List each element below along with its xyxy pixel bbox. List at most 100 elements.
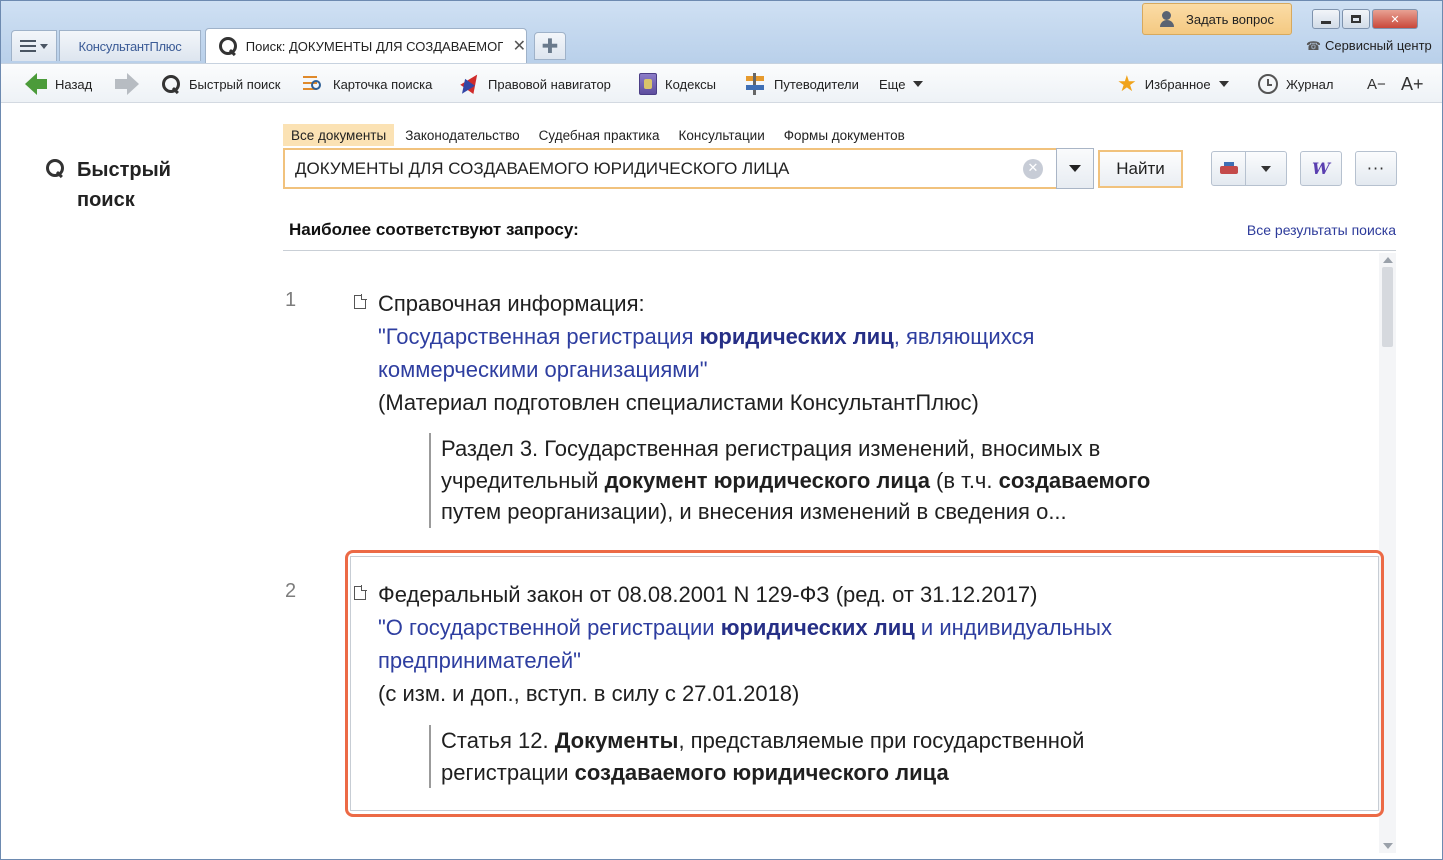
chevron-down-icon: [1261, 165, 1271, 172]
tab-court-practice[interactable]: Судебная практика: [531, 124, 668, 146]
window-controls: ✕: [1312, 9, 1418, 29]
category-tabs: Все документы Законодательство Судебная …: [283, 124, 916, 146]
more-menu-button[interactable]: Еще: [879, 64, 924, 104]
quick-search-label: Быстрый поиск: [189, 76, 281, 92]
forward-button[interactable]: [115, 64, 139, 104]
main-toolbar: Назад Быстрый поиск Карточка поиска Прав…: [1, 63, 1442, 103]
ask-question-label: Задать вопрос: [1186, 11, 1274, 27]
tab-legislation[interactable]: Законодательство: [397, 124, 527, 146]
tab-consultations[interactable]: Консультации: [671, 124, 773, 146]
result-title-link-cont[interactable]: коммерческими организациями": [378, 353, 1308, 386]
find-button[interactable]: Найти: [1098, 150, 1183, 188]
title-bar: КонсультантПлюс Поиск: ДОКУМЕНТЫ ДЛЯ СОЗ…: [1, 1, 1442, 63]
hamburger-icon: [20, 40, 36, 52]
tab-search[interactable]: Поиск: ДОКУМЕНТЫ ДЛЯ СОЗДАВАЕМОГ ✕: [205, 28, 527, 63]
service-center-link[interactable]: ☎ Сервисный центр: [1306, 38, 1432, 53]
document-icon: [354, 294, 367, 309]
print-button[interactable]: [1211, 151, 1246, 186]
left-panel-title: Быстрый поиск: [45, 155, 197, 215]
result-snippet[interactable]: Статья 12. Документы, представляемые при…: [429, 725, 1084, 788]
result-title-link[interactable]: "Государственная регистрация юридических…: [378, 320, 1308, 353]
tabs-menu-button[interactable]: [11, 30, 57, 61]
legal-navigator-button[interactable]: Правовой навигатор: [458, 64, 611, 104]
font-smaller-button[interactable]: A−: [1367, 64, 1386, 104]
result-number: 2: [285, 580, 297, 602]
scroll-up-icon[interactable]: [1383, 257, 1393, 263]
service-center-label: Сервисный центр: [1324, 38, 1432, 53]
favorites-label: Избранное: [1144, 76, 1211, 92]
word-icon: W: [1312, 159, 1330, 178]
close-tab-icon[interactable]: ✕: [513, 36, 526, 56]
search-input[interactable]: [285, 150, 1023, 187]
result-number: 1: [285, 289, 297, 311]
app-window: КонсультантПлюс Поиск: ДОКУМЕНТЫ ДЛЯ СОЗ…: [0, 0, 1443, 860]
star-icon: ★: [1117, 71, 1137, 96]
signpost-icon: [744, 73, 766, 95]
snippet-line: путем реорганизации), и внесения изменен…: [441, 499, 1067, 524]
search-card-label: Карточка поиска: [333, 76, 433, 92]
font-larger-button[interactable]: A+: [1401, 64, 1424, 104]
journal-label: Журнал: [1286, 76, 1334, 92]
search-icon: [45, 158, 65, 178]
legal-navigator-label: Правовой навигатор: [488, 76, 611, 92]
history-icon: [1258, 74, 1278, 94]
more-actions-button[interactable]: ···: [1355, 151, 1397, 186]
minimize-button[interactable]: [1312, 9, 1340, 29]
chevron-down-icon: [40, 43, 48, 49]
export-word-button[interactable]: W: [1300, 151, 1342, 186]
navigator-icon: [458, 73, 480, 95]
result-note: (Материал подготовлен специалистами Конс…: [378, 390, 979, 415]
snippet-line: Раздел 3. Государственная регистрация из…: [441, 436, 1101, 461]
scroll-down-icon[interactable]: [1383, 843, 1393, 849]
tab-all-documents[interactable]: Все документы: [283, 124, 395, 146]
clear-search-icon[interactable]: ✕: [1023, 158, 1043, 179]
back-label: Назад: [55, 76, 93, 92]
chevron-down-icon: [913, 81, 924, 87]
printer-icon: [1219, 161, 1238, 176]
scroll-thumb[interactable]: [1382, 267, 1393, 347]
document-icon: [354, 585, 367, 600]
minimize-icon: [1321, 20, 1331, 24]
maximize-icon: [1351, 15, 1361, 23]
result-type: Федеральный закон от 08.08.2001 N 129-ФЗ…: [378, 582, 1038, 607]
ellipsis-icon: ···: [1366, 159, 1386, 178]
snippet-line: учредительный документ юридического лица…: [441, 467, 1151, 493]
snippet-line: регистрации создаваемого юридического ли…: [441, 759, 949, 785]
journal-button[interactable]: Журнал: [1258, 64, 1333, 104]
ask-question-button[interactable]: Задать вопрос: [1142, 3, 1292, 35]
user-question-icon: [1160, 11, 1178, 27]
search-history-dropdown[interactable]: [1056, 148, 1094, 189]
chevron-down-icon: [1069, 165, 1081, 172]
result-item-1: 1 Справочная информация: "Государственна…: [281, 287, 1376, 537]
results-heading: Наиболее соответствуют запросу:: [289, 220, 579, 239]
phone-icon: ☎: [1306, 38, 1321, 53]
all-results-link[interactable]: Все результаты поиска: [1247, 222, 1396, 238]
result-title-link-cont[interactable]: предпринимателей": [378, 644, 1308, 677]
divider: [283, 250, 1396, 251]
maximize-button[interactable]: [1342, 9, 1370, 29]
guides-button[interactable]: Путеводители: [744, 64, 859, 104]
print-options-dropdown[interactable]: [1245, 151, 1287, 186]
close-window-button[interactable]: ✕: [1372, 9, 1418, 29]
result-title-link[interactable]: "О государственной регистрации юридическ…: [378, 611, 1308, 644]
result-note: (с изм. и доп., вступ. в силу с 27.01.20…: [378, 681, 800, 706]
result-item-2: 2 Федеральный закон от 08.08.2001 N 129-…: [281, 578, 1376, 808]
codex-icon: [639, 73, 657, 95]
guides-label: Путеводители: [774, 76, 859, 92]
new-tab-button[interactable]: ✚: [534, 32, 566, 60]
search-card-button[interactable]: Карточка поиска: [303, 64, 432, 104]
codes-label: Кодексы: [665, 76, 717, 92]
page-title: Быстрый поиск: [77, 159, 171, 211]
search-icon: [218, 36, 238, 56]
tab-document-forms[interactable]: Формы документов: [776, 124, 913, 146]
brand-tab[interactable]: КонсультантПлюс: [59, 30, 201, 61]
snippet-line: Статья 12. Документы, представляемые при…: [441, 728, 1085, 753]
result-type: Справочная информация:: [378, 291, 645, 316]
result-snippet[interactable]: Раздел 3. Государственная регистрация из…: [429, 433, 1150, 528]
search-box: ✕: [283, 148, 1093, 189]
quick-search-button[interactable]: Быстрый поиск: [161, 64, 281, 104]
codes-button[interactable]: Кодексы: [639, 64, 716, 104]
back-button[interactable]: Назад: [25, 64, 92, 104]
back-arrow-icon: [25, 73, 47, 95]
favorites-button[interactable]: ★ Избранное: [1117, 64, 1229, 104]
